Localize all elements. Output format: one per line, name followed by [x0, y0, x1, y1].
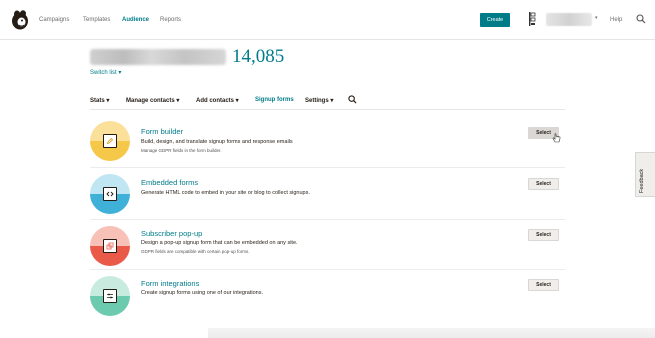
popup-window-icon [106, 242, 114, 250]
form-builder-description: Build, design, and translate signup form… [141, 139, 293, 145]
nav-campaigns[interactable]: Campaigns [39, 17, 69, 23]
page-footer-strip [0, 322, 655, 338]
form-option-embedded-forms: Embedded forms Generate HTML code to emb… [90, 168, 565, 220]
nav-templates[interactable]: Templates [83, 17, 110, 23]
subscriber-popup-title[interactable]: Subscriber pop-up [141, 229, 202, 238]
search-icon[interactable] [636, 14, 646, 24]
pencil-icon [106, 137, 114, 145]
form-integrations-select-button[interactable]: Select [528, 279, 559, 291]
feedback-label: Feedback [639, 168, 645, 193]
subnav-add-contacts[interactable]: Add contacts ▾ [196, 97, 239, 104]
subscriber-popup-badge [90, 226, 130, 266]
subnav-signup-forms[interactable]: Signup forms [255, 97, 294, 103]
hand-pointer-cursor-icon [552, 133, 561, 143]
embedded-forms-select-button[interactable]: Select [528, 178, 559, 190]
form-option-subscriber-popup: Subscriber pop-up Design a pop-up signup… [90, 220, 565, 270]
form-integrations-description: Create signup forms using one of our int… [141, 290, 263, 296]
form-builder-gdpr-note: Manage GDPR fields in the form builder. [141, 148, 222, 153]
subnav-settings[interactable]: Settings ▾ [305, 97, 333, 104]
subnav-manage-contacts[interactable]: Manage contacts ▾ [126, 97, 179, 104]
code-brackets-icon [106, 191, 114, 197]
embedded-forms-badge [90, 174, 130, 214]
subscriber-popup-select-button[interactable]: Select [528, 229, 559, 241]
switch-list-link[interactable]: Switch list ▾ [90, 69, 121, 76]
audience-contact-count: 14,085 [232, 46, 285, 67]
subscriber-popup-description: Design a pop-up signup form that can be … [141, 240, 298, 246]
subnav-divider [90, 109, 565, 110]
create-button[interactable]: Create [480, 13, 510, 27]
sliders-icon [107, 293, 113, 299]
form-integrations-title[interactable]: Form integrations [141, 279, 199, 288]
account-dropdown-icon[interactable]: ▾ [595, 15, 598, 21]
top-nav: Campaigns Templates Audience Reports Cre… [0, 0, 655, 40]
subscriber-popup-gdpr-note: GDPR fields are compatible with certain … [141, 249, 250, 254]
feedback-tab[interactable]: Feedback [635, 152, 655, 197]
nav-audience[interactable]: Audience [122, 17, 149, 23]
subnav-search-icon[interactable] [348, 95, 357, 104]
form-integrations-badge [90, 276, 130, 316]
embedded-forms-description: Generate HTML code to embed in your site… [141, 190, 310, 196]
embedded-forms-title[interactable]: Embedded forms [141, 178, 198, 187]
form-option-form-integrations: Form integrations Create signup forms us… [90, 270, 565, 320]
mailchimp-logo-icon[interactable] [10, 9, 30, 31]
form-builder-title[interactable]: Form builder [141, 127, 183, 136]
subnav-stats[interactable]: Stats ▾ [90, 97, 109, 104]
help-link[interactable]: Help [610, 17, 622, 23]
nav-reports[interactable]: Reports [160, 17, 181, 23]
form-option-form-builder: Form builder Build, design, and translat… [90, 116, 565, 168]
audience-name-blurred [90, 49, 226, 65]
account-avatar-icon[interactable] [527, 11, 537, 27]
form-builder-badge [90, 121, 130, 161]
account-name-blurred[interactable] [546, 13, 592, 26]
